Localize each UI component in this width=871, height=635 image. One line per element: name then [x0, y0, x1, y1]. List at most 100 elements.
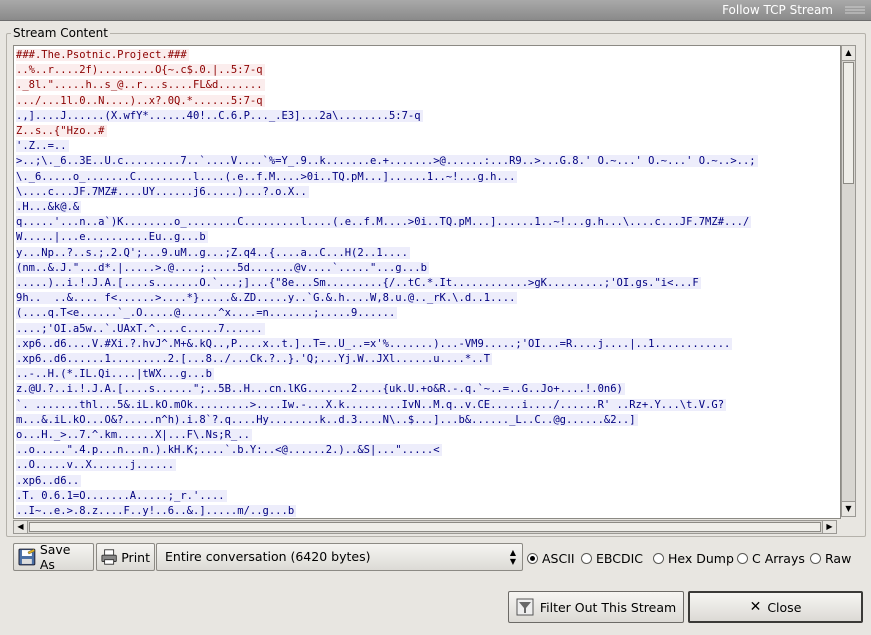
radio-indicator-icon[interactable] — [737, 552, 748, 564]
format-radio-label: Hex Dump — [668, 550, 734, 566]
stream-line-text: o...H._>..7.^.km......X|...F\.Ns;R_.. — [16, 429, 252, 442]
stream-line-text: .....)..i.!.J.A.[....s.......O.`...;]...… — [16, 277, 701, 290]
horizontal-scroll-thumb[interactable] — [29, 522, 821, 532]
server-stream-line: z.@U.?..i.!.J.A.[....s......";..5B..H...… — [16, 382, 826, 397]
stream-line-text: ..%..r....2f).........O{~.c$.0.|..5:7-q — [16, 64, 265, 77]
printer-icon — [101, 549, 117, 565]
stream-line-text: .xp6..d6......1.........2.[...8../...Ck.… — [16, 353, 493, 366]
server-stream-line: .xp6..d6....V.#Xi.?.hvJ^.M+&.kQ..,P....x… — [16, 337, 826, 352]
stream-line-text: (nm..&.J."...d*.|.....>.@....;.....5d...… — [16, 261, 429, 274]
stream-text[interactable]: ###.The.Psotnic.Project.### ..%..r....2f)… — [16, 48, 826, 518]
floppy-disk-icon — [18, 548, 36, 566]
filter-icon — [516, 598, 534, 616]
stream-line-text: .T. 0.6.1=O.......A.....;_r.'.... — [16, 489, 227, 502]
save-as-label: Save As — [39, 542, 71, 572]
client-stream-line: ..%..r....2f).........O{~.c$.0.|..5:7-q — [16, 63, 826, 78]
stream-line-text: W.....|...e..........Eu..g...b — [16, 231, 208, 244]
scroll-right-icon[interactable]: ▶ — [822, 521, 836, 533]
server-stream-line: .....)..i.!.J.A.[....s.......O.`...;]...… — [16, 276, 826, 291]
stream-line-text: q.....'...n..a`)K........o_........C....… — [16, 216, 752, 229]
stream-line-text: z.@U.?..i.!.J.A.[....s......";..5B..H...… — [16, 383, 625, 396]
stream-line-text: ..O.....v..X......j...... — [16, 459, 177, 472]
stream-line-text: `. .......thl...5&.iL.kO.mOk.........>..… — [16, 398, 727, 411]
server-stream-line: \....c...JF.7MZ#....UY......j6.....)...?… — [16, 185, 826, 200]
radio-indicator-icon[interactable] — [581, 552, 592, 564]
vertical-scroll-thumb[interactable] — [843, 62, 854, 184]
server-stream-line: q.....'...n..a`)K........o_........C....… — [16, 215, 826, 230]
server-stream-line: m...&.iL.kO...O&?.....n^h).i.8`?.q....Hy… — [16, 413, 826, 428]
filter-out-stream-button[interactable]: Filter Out This Stream — [508, 591, 684, 623]
client-stream-line: ###.The.Psotnic.Project.### — [16, 48, 826, 63]
stream-line-text: '.Z..=.. — [16, 140, 69, 153]
server-stream-line: \._6.....o_.......C.........l....(.e..f.… — [16, 170, 826, 185]
stream-line-text: \._6.....o_.......C.........l....(.e..f.… — [16, 170, 518, 183]
format-radio-label: ASCII — [542, 550, 575, 566]
radio-indicator-icon[interactable] — [653, 552, 664, 564]
vertical-scrollbar[interactable]: ▲ ▼ — [841, 45, 856, 517]
server-stream-line: o...H._>..7.^.km......X|...F\.Ns;R_.. — [16, 428, 826, 443]
server-stream-line: ..o.....".4.p...n...n.).kH.K;....`.b.Y:.… — [16, 443, 826, 458]
server-stream-line: .T. 0.6.1=O.......A.....;_r.'.... — [16, 489, 826, 504]
server-stream-line: ..O.....v..X......j...... — [16, 458, 826, 473]
server-stream-line: .,]....J......(X.wfY*......40!..C.6.P...… — [16, 109, 826, 124]
client-stream-line: ._8l.".....h..s_@..r...s....FL&d....... — [16, 78, 826, 93]
server-stream-line: W.....|...e..........Eu..g...b — [16, 230, 826, 245]
stream-content-label: Stream Content — [11, 26, 110, 40]
stream-line-text: .xp6..d6....V.#Xi.?.hvJ^.M+&.kQ..,P....x… — [16, 337, 733, 350]
client-stream-line: Z..s..{"Hzo..# — [16, 124, 826, 139]
close-icon: ✕ — [749, 599, 762, 615]
window-grip-icon[interactable] — [845, 5, 865, 15]
scroll-left-icon[interactable]: ◀ — [14, 521, 28, 533]
conversation-select[interactable]: Entire conversation (6420 bytes) ▲ ▼ — [156, 543, 523, 571]
stream-line-text: .,]....J......(X.wfY*......40!..C.6.P...… — [16, 109, 423, 122]
stream-line-text: Z..s..{"Hzo..# — [16, 125, 107, 138]
scroll-up-icon[interactable]: ▲ — [842, 46, 855, 61]
server-stream-line: (nm..&.J."...d*.|.....>.@....;.....5d...… — [16, 261, 826, 276]
format-radio-hex-dump[interactable]: Hex Dump — [653, 550, 734, 566]
server-stream-line: >..;\._6..3E..U.c.........7..`....V....`… — [16, 154, 826, 169]
format-radio-label: EBCDIC — [596, 550, 644, 566]
save-as-button[interactable]: Save As — [13, 542, 94, 572]
close-label: Close — [767, 599, 802, 615]
server-stream-line: y...Np..?..s.;.2.Q';...9.uM..g...;Z.q4..… — [16, 246, 826, 261]
server-stream-line: (....q.T<e......`_.O.....@......^x....=n… — [16, 306, 826, 321]
server-stream-line: ....;'OI.a5w..`.UAxT.^....c.....7...... — [16, 322, 826, 337]
horizontal-scrollbar[interactable]: ◀ ▶ — [13, 520, 837, 534]
format-radio-ebcdic[interactable]: EBCDIC — [581, 550, 643, 566]
server-stream-line: '.Z..=.. — [16, 139, 826, 154]
stream-line-text: .../...1l.0..N....)..x?.0Q.*......5:7-q — [16, 94, 265, 107]
stream-line-text: ###.The.Psotnic.Project.### — [16, 49, 189, 61]
server-stream-line: .H...&k@.& — [16, 200, 826, 215]
print-label: Print — [121, 549, 150, 565]
stream-line-text: ..-..H.(*.IL.Qi....|tWX...g...b — [16, 368, 214, 381]
close-button[interactable]: ✕ Close — [688, 591, 863, 623]
server-stream-line: 9h.. ..&.... f<......>....*}.....&.ZD...… — [16, 291, 826, 306]
conversation-select-value: Entire conversation (6420 bytes) — [165, 549, 371, 564]
stream-line-text: ..I~..e.>.8.z....F..y!..6..&.].....m/..g… — [16, 505, 297, 518]
scroll-down-icon[interactable]: ▼ — [842, 501, 855, 516]
radio-indicator-icon[interactable] — [810, 552, 821, 564]
server-stream-line: `. .......thl...5&.iL.kO.mOk.........>..… — [16, 398, 826, 413]
select-arrows-icon: ▲ ▼ — [509, 548, 517, 566]
format-radio-ascii[interactable]: ASCII — [527, 550, 575, 566]
stream-line-text: 9h.. ..&.... f<......>....*}.....&.ZD...… — [16, 292, 518, 305]
stream-line-text: .xp6..d6.. — [16, 474, 82, 487]
stream-line-text: ....;'OI.a5w..`.UAxT.^....c.....7...... — [16, 322, 265, 335]
radio-indicator-icon[interactable] — [527, 552, 538, 564]
filter-out-stream-label: Filter Out This Stream — [539, 599, 677, 615]
stream-line-text: ..o.....".4.p...n...n.).kH.K;....`.b.Y:.… — [16, 444, 442, 457]
stream-text-view[interactable]: ###.The.Psotnic.Project.### ..%..r....2f)… — [13, 45, 841, 519]
stream-line-text: m...&.iL.kO...O&?.....n^h).i.8`?.q....Hy… — [16, 413, 638, 426]
format-radio-label: C Arrays — [752, 550, 805, 566]
format-radio-raw[interactable]: Raw — [810, 550, 851, 566]
stream-line-text: >..;\._6..3E..U.c.........7..`....V....`… — [16, 155, 758, 168]
window-title: Follow TCP Stream — [722, 3, 833, 17]
stream-line-text: .H...&k@.& — [16, 201, 82, 214]
stream-line-text: \....c...JF.7MZ#....UY......j6.....)...?… — [16, 185, 309, 198]
format-radio-c-arrays[interactable]: C Arrays — [737, 550, 805, 566]
server-stream-line: .xp6..d6.. — [16, 474, 826, 489]
print-button[interactable]: Print — [96, 543, 155, 571]
title-bar[interactable]: Follow TCP Stream — [0, 0, 871, 21]
server-stream-line: ..-..H.(*.IL.Qi....|tWX...g...b — [16, 367, 826, 382]
server-stream-line: .xp6..d6......1.........2.[...8../...Ck.… — [16, 352, 826, 367]
